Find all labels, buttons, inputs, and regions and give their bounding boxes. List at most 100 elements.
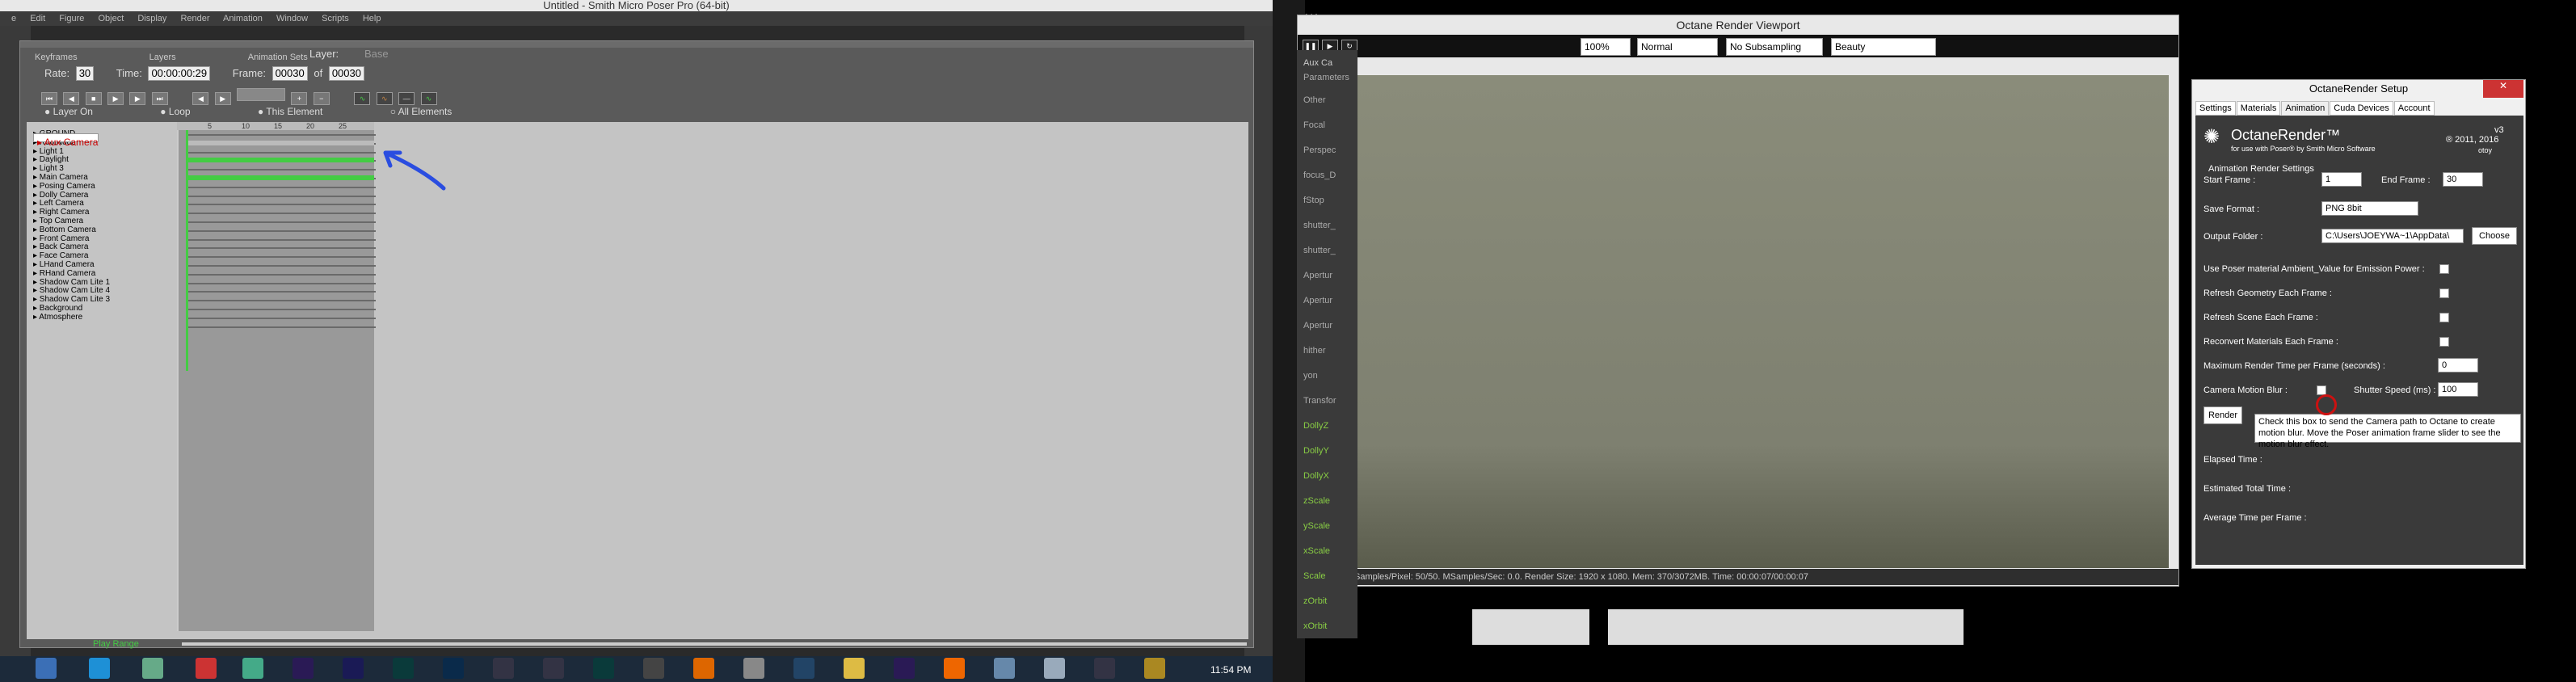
next-frame-button[interactable]: ▶ — [214, 92, 231, 105]
frame-ruler[interactable]: 5 10 15 20 25 — [177, 122, 374, 130]
output-folder-field[interactable]: C:\Users\JOEYWA~1\AppData\ — [2321, 229, 2464, 243]
refresh-scene-checkbox[interactable] — [2439, 313, 2449, 322]
app-7-icon[interactable] — [994, 658, 1015, 679]
param-item[interactable]: Scale — [1303, 571, 1326, 581]
param-item[interactable]: yon — [1303, 371, 1318, 381]
param-item[interactable]: Apertur — [1303, 296, 1332, 305]
refresh-geometry-checkbox[interactable]: ✓ — [2439, 288, 2449, 298]
play-range-slider[interactable] — [182, 642, 1247, 646]
play-button[interactable]: ▶ — [107, 92, 124, 105]
tab-settings[interactable]: Settings — [2195, 101, 2236, 116]
param-item[interactable]: DollyX — [1303, 471, 1329, 481]
loop-option[interactable]: ● Loop — [160, 106, 222, 117]
param-item[interactable]: Apertur — [1303, 321, 1332, 330]
file-explorer-icon[interactable] — [36, 658, 57, 679]
tab-cuda-devices[interactable]: Cuda Devices — [2330, 101, 2393, 116]
param-item[interactable]: hither — [1303, 346, 1326, 356]
chrome-icon[interactable] — [844, 658, 865, 679]
constant-interp-button[interactable]: — — [398, 92, 415, 105]
render-button[interactable]: Render — [2203, 406, 2242, 424]
reconvert-materials-checkbox[interactable] — [2439, 337, 2449, 347]
param-item[interactable]: Other — [1303, 95, 1326, 105]
app-4-icon[interactable] — [643, 658, 664, 679]
param-item[interactable]: Apertur — [1303, 271, 1332, 280]
add-key-button[interactable]: + — [291, 92, 308, 105]
param-item[interactable]: xOrbit — [1303, 621, 1327, 631]
end-frame-field[interactable]: 30 — [2443, 172, 2483, 187]
si-icon[interactable] — [793, 658, 814, 679]
tab-animation[interactable]: Animation — [2281, 101, 2330, 116]
after-effects-icon[interactable] — [343, 658, 364, 679]
palette-header[interactable] — [20, 41, 1253, 48]
keyframe-bar[interactable] — [188, 140, 374, 145]
param-item[interactable]: yScale — [1303, 521, 1330, 531]
acrobat-icon[interactable] — [196, 658, 217, 679]
save-format-select[interactable]: PNG 8bit — [2321, 201, 2418, 216]
first-frame-button[interactable]: ⏮ — [41, 92, 57, 105]
frame-field[interactable]: 00030 — [271, 66, 308, 81]
prev-frame-button[interactable]: ◀ — [192, 92, 209, 105]
audition-icon[interactable] — [393, 658, 414, 679]
poser-icon[interactable] — [493, 658, 514, 679]
param-item[interactable]: shutter_ — [1303, 221, 1336, 230]
param-item[interactable]: Focal — [1303, 120, 1325, 130]
param-item[interactable]: xScale — [1303, 546, 1330, 556]
firefox-icon[interactable] — [944, 658, 965, 679]
poser-3-icon[interactable] — [1094, 658, 1115, 679]
menu-item-scripts[interactable]: Scripts — [322, 14, 349, 23]
param-item[interactable]: zScale — [1303, 496, 1330, 506]
subsampling-select[interactable]: No Subsampling — [1726, 38, 1823, 56]
track-item[interactable]: ▸ Aux Camera — [33, 133, 99, 148]
track-item[interactable]: ▸ Posing Camera — [33, 182, 175, 192]
audition-2-icon[interactable] — [593, 658, 614, 679]
keyframe-bar[interactable] — [188, 158, 374, 163]
rate-field[interactable]: 30 — [75, 66, 95, 81]
linear-interp-button[interactable]: ∿ — [376, 92, 393, 105]
photoshop-icon[interactable] — [443, 658, 464, 679]
param-item[interactable]: Perspec — [1303, 145, 1336, 155]
time-field[interactable]: 00:00:00:29 — [148, 66, 211, 81]
max-render-time-field[interactable]: 0 — [2438, 358, 2478, 373]
menu-item-figure[interactable]: Figure — [59, 14, 84, 23]
scrub-slider[interactable] — [237, 88, 286, 101]
app-9-icon[interactable] — [1144, 658, 1165, 679]
premiere-2-icon[interactable] — [894, 658, 915, 679]
keyframe-bar[interactable] — [188, 175, 374, 180]
choose-button[interactable]: Choose — [2472, 227, 2517, 245]
render-output[interactable] — [1353, 75, 2169, 568]
tab-account[interactable]: Account — [2393, 101, 2435, 116]
menu-item-display[interactable]: Display — [137, 14, 166, 23]
param-item[interactable]: shutter_ — [1303, 246, 1336, 255]
param-item[interactable]: DollyY — [1303, 446, 1329, 456]
param-item[interactable]: DollyZ — [1303, 421, 1328, 431]
layer-select[interactable]: Base — [364, 48, 389, 60]
menu-item-file[interactable]: e — [11, 14, 16, 23]
frame-total-field[interactable]: 00030 — [328, 66, 364, 81]
tab-materials[interactable]: Materials — [2236, 101, 2281, 116]
zoom-select[interactable]: 100% — [1581, 38, 1631, 56]
app-6-icon[interactable] — [743, 658, 764, 679]
tab-keyframes[interactable]: Keyframes — [28, 49, 84, 65]
track-item[interactable]: ▸ Atmosphere — [33, 313, 175, 322]
param-item[interactable]: Transfor — [1303, 396, 1336, 406]
stop-button[interactable]: ■ — [85, 92, 102, 105]
mode-select[interactable]: Normal — [1637, 38, 1718, 56]
last-frame-button[interactable]: ⏭ — [151, 92, 168, 105]
taskbar-clock[interactable]: 11:54 PM — [1210, 664, 1251, 676]
tab-layers[interactable]: Layers — [143, 49, 183, 65]
spline-interp-button[interactable]: ∿ — [354, 92, 371, 105]
menu-item-help[interactable]: Help — [363, 14, 381, 23]
start-frame-field[interactable]: 1 — [2321, 172, 2362, 187]
ie-icon[interactable] — [89, 658, 110, 679]
close-button[interactable]: ✕ — [2483, 80, 2523, 98]
next-key-button[interactable]: ▶ — [129, 92, 146, 105]
premiere-icon[interactable] — [293, 658, 314, 679]
tab-animation-sets[interactable]: Animation Sets — [242, 49, 314, 65]
use-poser-ambient-checkbox[interactable] — [2439, 264, 2449, 274]
track-item[interactable]: ▸ Bottom Camera — [33, 225, 175, 235]
app-3-icon[interactable] — [242, 658, 263, 679]
menu-item-window[interactable]: Window — [276, 14, 308, 23]
pass-select[interactable]: Beauty — [1831, 38, 1936, 56]
shutter-speed-field[interactable]: 100 — [2438, 382, 2478, 397]
app-icon[interactable] — [142, 658, 163, 679]
